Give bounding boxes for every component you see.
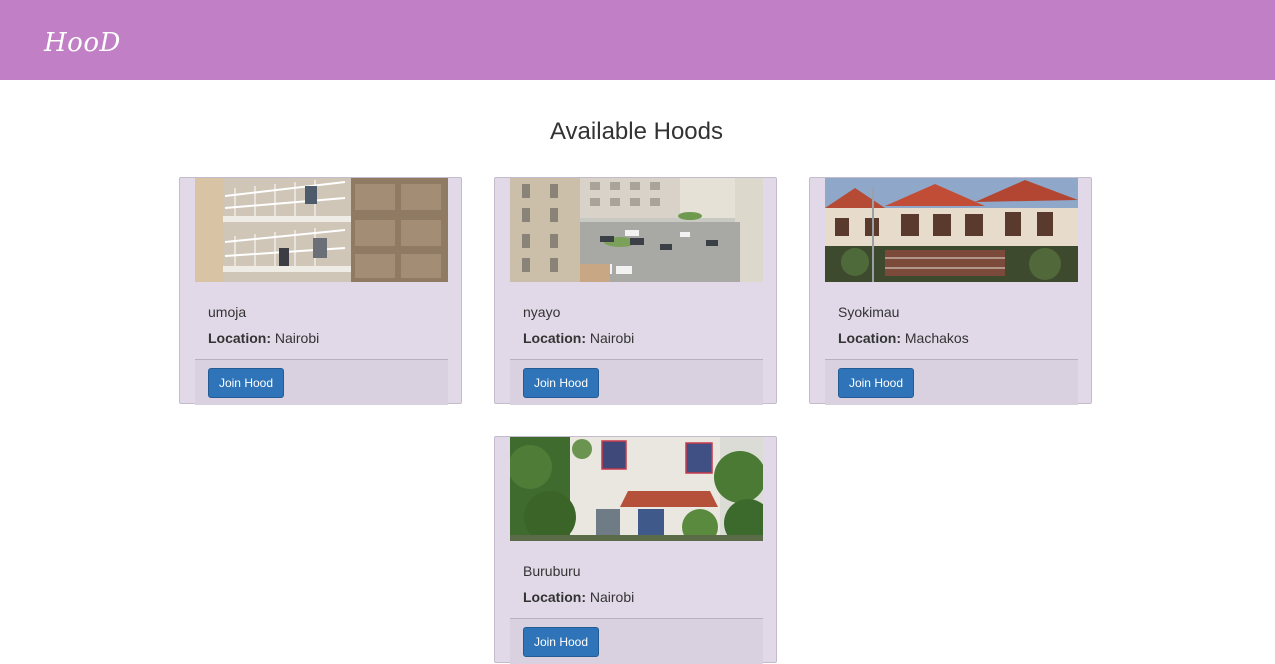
hood-card-umoja: umoja Location: Nairobi Join Hood (179, 177, 462, 405)
hood-location: Location: Nairobi (523, 589, 634, 605)
location-label: Location: (523, 330, 586, 346)
hood-name: umoja (208, 304, 247, 320)
card-footer: Join Hood (510, 618, 763, 664)
hood-location: Location: Machakos (838, 330, 969, 346)
hood-location: Location: Nairobi (523, 330, 634, 346)
location-value: Nairobi (274, 330, 320, 346)
join-hood-button[interactable]: Join Hood (208, 368, 284, 398)
hood-name: Syokimau (838, 304, 900, 320)
hood-photo (510, 437, 763, 541)
navbar: HooD (0, 0, 1275, 80)
hood-photo (195, 178, 448, 282)
hood-photo (510, 178, 763, 282)
location-value: Machakos (904, 330, 969, 346)
join-hood-button[interactable]: Join Hood (523, 627, 599, 657)
card-footer: Join Hood (195, 359, 448, 405)
location-label: Location: (838, 330, 901, 346)
hood-location: Location: Nairobi (208, 330, 319, 346)
location-label: Location: (208, 330, 271, 346)
brand-logo[interactable]: HooD (44, 30, 121, 56)
card-footer: Join Hood (510, 359, 763, 405)
card-footer: Join Hood (825, 359, 1078, 405)
hood-photo (825, 178, 1078, 282)
page-title: Available Hoods (549, 118, 723, 145)
hood-card-buruburu: Buruburu Location: Nairobi Join Hood (494, 436, 777, 664)
location-value: Nairobi (589, 589, 635, 605)
location-label: Location: (523, 589, 586, 605)
hood-card-syokimau: Syokimau Location: Machakos Join Hood (809, 177, 1092, 405)
hood-card-nyayo: nyayo Location: Nairobi Join Hood (494, 177, 777, 405)
hood-name: Buruburu (523, 563, 581, 579)
join-hood-button[interactable]: Join Hood (838, 368, 914, 398)
join-hood-button[interactable]: Join Hood (523, 368, 599, 398)
location-value: Nairobi (589, 330, 635, 346)
hood-name: nyayo (523, 304, 561, 320)
